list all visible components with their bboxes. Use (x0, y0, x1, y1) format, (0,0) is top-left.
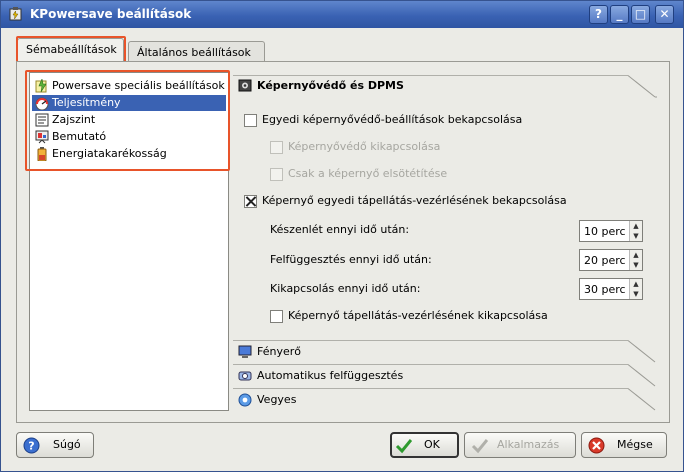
window-title: KPowersave beállítások (30, 7, 192, 21)
scheme-item-acoustic[interactable]: Zajszint (32, 112, 226, 128)
scheme-list[interactable]: Powersave speciális beállítások Teljesít… (29, 72, 229, 411)
standby-stepper[interactable]: ▲ ▼ (629, 221, 642, 241)
off-label: Kikapcsolás ennyi idő után: (270, 282, 421, 295)
ok-button-label: OK (424, 438, 440, 451)
checkmark-icon (395, 439, 412, 454)
scheme-item-label: Powersave speciális beállítások (52, 79, 225, 92)
suspend-spinbox[interactable]: 20 perc ▲ ▼ (579, 249, 643, 271)
disable-dpms-label: Képernyő tápellátás-vezérlésének kikapcs… (288, 309, 548, 322)
maximize-button[interactable]: □ (631, 5, 650, 24)
arrow-down-icon[interactable]: ▼ (630, 260, 642, 270)
help-button[interactable]: ? Súgó (16, 432, 94, 458)
arrow-up-icon[interactable]: ▲ (630, 279, 642, 289)
disable-screensaver-label: Képernyővédő kikapcsolása (288, 140, 441, 153)
arrow-up-icon[interactable]: ▲ (630, 250, 642, 260)
tab-scheme-settings[interactable]: Sémabeállítások (17, 38, 124, 63)
settings-window: KPowersave beállítások ? _ □ ✕ Sémabeáll… (0, 0, 684, 472)
help-window-button[interactable]: ? (589, 5, 608, 24)
blank-only-label: Csak a képernyő elsötétítése (288, 167, 448, 180)
enable-screensaver-label: Egyedi képernyővédő-beállítások bekapcso… (262, 113, 523, 126)
cancel-button-label: Mégse (617, 438, 653, 451)
svg-text:?: ? (28, 440, 34, 453)
arrow-down-icon[interactable]: ▼ (630, 231, 642, 241)
blank-only-checkbox[interactable] (270, 168, 283, 181)
monitor-icon (238, 345, 252, 358)
section-autosuspend-header[interactable]: Automatikus felfüggesztés (233, 365, 657, 387)
tab-scheme-settings-label: Sémabeállítások (26, 43, 117, 56)
suspend-value: 20 perc (584, 254, 626, 267)
standby-spinbox[interactable]: 10 perc ▲ ▼ (579, 220, 643, 242)
section-misc-header[interactable]: Vegyes (233, 389, 657, 411)
standby-value: 10 perc (584, 225, 626, 238)
battery-icon (37, 147, 47, 161)
enable-dpms-checkbox[interactable] (244, 195, 257, 208)
off-spinbox[interactable]: 30 perc ▲ ▼ (579, 278, 643, 300)
section-brightness-title: Fényerő (257, 345, 301, 358)
ok-button[interactable]: OK (390, 432, 459, 458)
enable-dpms-label: Képernyő egyedi tápellátás-vezérlésének … (262, 194, 567, 207)
title-bar[interactable]: KPowersave beállítások ? _ □ ✕ (1, 1, 683, 28)
close-button[interactable]: ✕ (655, 5, 674, 24)
arrow-up-icon[interactable]: ▲ (630, 221, 642, 231)
section-autosuspend-title: Automatikus felfüggesztés (257, 369, 404, 382)
cancel-button[interactable]: Mégse (581, 432, 667, 458)
disable-dpms-checkbox[interactable] (270, 310, 283, 323)
help-icon: ? (23, 437, 40, 454)
tab-general-settings-label: Általános beállítások (137, 46, 251, 59)
section-screensaver-divider (233, 75, 657, 98)
powersave-icon (35, 79, 47, 93)
off-value: 30 perc (584, 283, 626, 296)
scheme-item-presentation[interactable]: Bemutató (32, 129, 226, 145)
apply-button-label: Alkalmazás (497, 438, 560, 451)
scheme-item-label: Bemutató (52, 130, 107, 143)
off-stepper[interactable]: ▲ ▼ (629, 279, 642, 299)
cancel-icon (588, 437, 605, 454)
disable-screensaver-checkbox[interactable] (270, 141, 283, 154)
kpowersave-app-icon (9, 7, 22, 21)
standby-label: Készenlét ennyi idő után: (270, 223, 410, 236)
performance-icon (35, 97, 49, 110)
apply-button[interactable]: Alkalmazás (464, 432, 576, 458)
scheme-item-powersave[interactable]: Powersave speciális beállítások (32, 78, 226, 94)
presentation-icon (35, 130, 49, 144)
section-brightness-header[interactable]: Fényerő (233, 341, 657, 363)
scheme-item-label: Teljesítmény (52, 96, 121, 109)
enable-screensaver-checkbox[interactable] (244, 114, 257, 127)
suspend-label: Felfüggesztés ennyi idő után: (270, 253, 432, 266)
arrow-down-icon[interactable]: ▼ (630, 289, 642, 299)
autosuspend-icon (238, 371, 252, 381)
apply-checkmark-icon (471, 439, 488, 454)
misc-icon (238, 393, 252, 407)
scheme-item-energy-saving[interactable]: Energiatakarékosság (32, 146, 226, 162)
scheme-item-label: Zajszint (52, 113, 96, 126)
acoustic-icon (35, 113, 49, 127)
section-misc-title: Vegyes (257, 393, 297, 406)
minimize-button[interactable]: _ (610, 5, 629, 24)
help-button-label: Súgó (53, 438, 81, 451)
scheme-item-label: Energiatakarékosság (52, 147, 167, 160)
scheme-item-performance[interactable]: Teljesítmény (32, 95, 226, 111)
suspend-stepper[interactable]: ▲ ▼ (629, 250, 642, 270)
